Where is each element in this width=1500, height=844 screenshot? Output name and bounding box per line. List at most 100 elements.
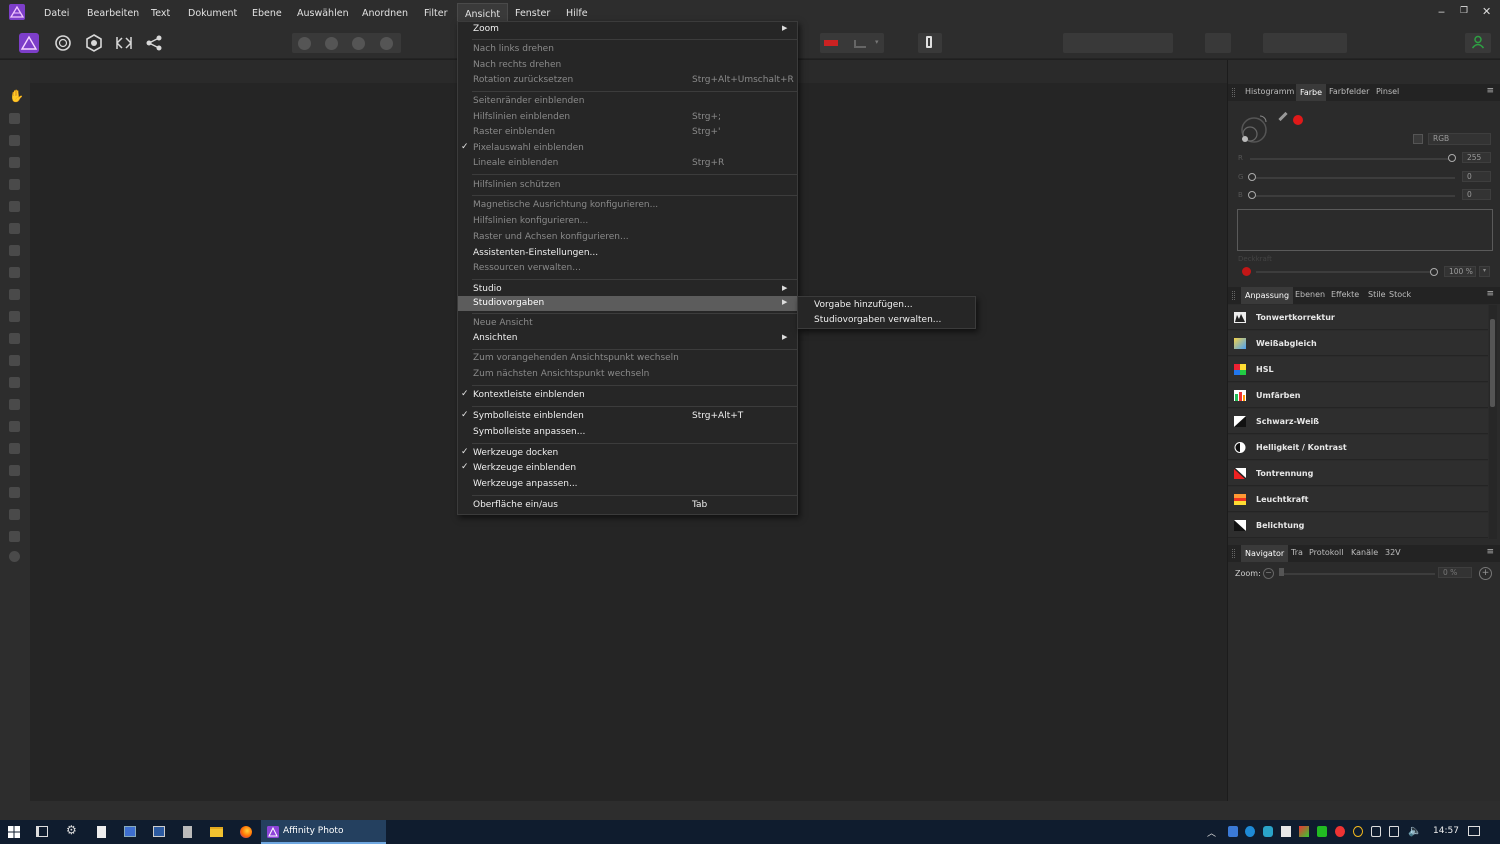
menu-item-rotation-zuruecksetzen[interactable]: Rotation zurücksetzen Strg+Alt+Umschalt+R (458, 73, 797, 88)
scrollbar-thumb[interactable] (1490, 319, 1495, 407)
panel-grip-icon[interactable] (1232, 549, 1235, 558)
menu-bearbeiten[interactable]: Bearbeiten (83, 8, 143, 19)
tab-ebenen[interactable]: Ebenen (1295, 290, 1325, 299)
color-format-flag-icon[interactable] (824, 40, 838, 46)
export-persona-icon[interactable] (143, 32, 165, 54)
menu-dokument[interactable]: Dokument (184, 8, 241, 19)
minimize-button[interactable]: ‒ (1438, 5, 1445, 18)
menu-item-werkzeuge-docken[interactable]: ✓ Werkzeuge docken (458, 446, 797, 461)
settings-gear-icon[interactable]: ⚙ (66, 823, 77, 837)
tray-app-1-icon[interactable] (1228, 826, 1238, 837)
tray-app-5-icon[interactable] (1299, 826, 1309, 837)
tab-farbe[interactable]: Farbe (1296, 84, 1327, 101)
tone-mapping-persona-icon[interactable] (113, 32, 135, 54)
zoom-out-icon[interactable]: − (1263, 568, 1274, 579)
menu-item-raster-achsen-konfigurieren[interactable]: Raster und Achsen konfigurieren... (458, 230, 797, 245)
color-picker-tool-icon[interactable] (9, 135, 20, 146)
menu-hilfe[interactable]: Hilfe (562, 8, 592, 19)
menu-item-zoom[interactable]: Zoom ▶ (458, 22, 797, 37)
menu-item-ansichten[interactable]: Ansichten ▶ (458, 331, 797, 346)
blemish-tool-icon[interactable] (9, 399, 20, 410)
tab-transform[interactable]: Tra (1291, 548, 1303, 557)
screenshot-tool-icon[interactable] (153, 826, 165, 837)
panel-menu-icon[interactable]: ≡ (1486, 547, 1494, 557)
view-tool-1-icon[interactable] (298, 37, 311, 50)
flood-fill-tool-icon[interactable] (9, 245, 20, 256)
hand-tool-icon[interactable]: ✋ (9, 89, 24, 103)
menu-datei[interactable]: Datei (40, 8, 73, 19)
adjustment-leuchtkraft[interactable]: Leuchtkraft (1228, 487, 1488, 512)
menu-item-magnetische-ausrichtung[interactable]: Magnetische Ausrichtung konfigurieren... (458, 198, 797, 213)
menu-item-raster-einblenden[interactable]: Raster einblenden Strg+' (458, 125, 797, 140)
color-mode-select[interactable]: RGB (1428, 133, 1491, 145)
calculator-icon[interactable] (183, 826, 192, 838)
close-button[interactable]: ✕ (1482, 5, 1491, 18)
adjustment-weissabgleich[interactable]: Weißabgleich (1228, 331, 1488, 356)
panel-grip-icon[interactable] (1232, 291, 1235, 300)
crop-tool-icon[interactable] (9, 157, 20, 168)
view-tool-3-icon[interactable] (352, 37, 365, 50)
panel-grip-icon[interactable] (1232, 88, 1235, 97)
user-account-icon[interactable] (1471, 35, 1485, 49)
firefox-icon[interactable] (240, 826, 252, 838)
notepad-icon[interactable] (97, 826, 106, 838)
panel-menu-icon[interactable]: ≡ (1486, 86, 1494, 96)
tab-kanaele[interactable]: Kanäle (1351, 548, 1378, 557)
tab-anpassung[interactable]: Anpassung (1241, 287, 1294, 304)
zoom-tool-icon[interactable] (9, 551, 20, 562)
menu-item-hilfslinien-einblenden[interactable]: Hilfslinien einblenden Strg+; (458, 110, 797, 125)
menu-fenster[interactable]: Fenster (511, 8, 554, 19)
menu-ebene[interactable]: Ebene (248, 8, 286, 19)
flood-select-tool-icon[interactable] (9, 201, 20, 212)
photo-persona-icon[interactable] (18, 32, 40, 54)
selection-brush-tool-icon[interactable] (9, 179, 20, 190)
color-wheel-icon[interactable] (1238, 112, 1270, 144)
paint-brush-tool-icon[interactable] (9, 289, 20, 300)
adjustment-umfaerben[interactable]: Umfärben (1228, 383, 1488, 408)
menu-item-nach-rechts-drehen[interactable]: Nach rechts drehen (458, 58, 797, 73)
text-tool-icon[interactable] (9, 509, 20, 520)
opacity-dropdown-icon[interactable]: ▾ (1479, 266, 1490, 277)
slider-b-value[interactable]: 0 (1462, 189, 1491, 200)
menu-item-pixelauswahl-einblenden[interactable]: ✓ Pixelauswahl einblenden (458, 141, 797, 156)
menu-item-studiovorgaben[interactable]: Studiovorgaben ▶ (458, 296, 797, 311)
gradient-tool-icon[interactable] (9, 267, 20, 278)
task-view-icon[interactable] (36, 826, 48, 837)
menu-item-symbolleiste-einblenden[interactable]: ✓ Symbolleiste einblenden Strg+Alt+T (458, 409, 797, 424)
current-color-swatch[interactable] (1293, 115, 1303, 125)
adjustment-belichtung[interactable]: Belichtung (1228, 513, 1488, 538)
menu-item-ressourcen-verwalten[interactable]: Ressourcen verwalten... (458, 261, 797, 276)
taskbar-clock[interactable]: 14:57 (1433, 826, 1459, 836)
tab-farbfelder[interactable]: Farbfelder (1329, 87, 1369, 96)
adjustment-helligkeit-kontrast[interactable]: Helligkeit / Kontrast (1228, 435, 1488, 460)
assistant-icon[interactable] (854, 40, 866, 48)
quick-mask-icon[interactable] (926, 36, 932, 48)
taskbar-affinity-photo[interactable]: Affinity Photo (261, 820, 386, 844)
menu-item-vorangehender-ansichtspunkt[interactable]: Zum vorangehenden Ansichtspunkt wechseln (458, 351, 797, 366)
zoom-slider-track[interactable] (1280, 573, 1435, 575)
sharpen-brush-tool-icon[interactable] (9, 421, 20, 432)
liquify-persona-icon[interactable] (52, 32, 74, 54)
zoom-in-icon[interactable]: + (1479, 567, 1492, 580)
lock-icon[interactable] (1413, 134, 1423, 144)
submenu-item-studiovorgaben-verwalten[interactable]: Studiovorgaben verwalten... (814, 315, 941, 325)
tab-stile[interactable]: Stile (1368, 290, 1386, 299)
tab-32v[interactable]: 32V (1385, 548, 1401, 557)
rectangle-tool-icon[interactable] (9, 487, 20, 498)
zoom-slider-knob[interactable] (1279, 568, 1284, 576)
menu-item-werkzeuge-anpassen[interactable]: Werkzeuge anpassen... (458, 477, 797, 492)
menu-text[interactable]: Text (147, 8, 174, 19)
menu-item-hilfslinien-schuetzen[interactable]: Hilfslinien schützen (458, 178, 797, 193)
action-center-icon[interactable] (1468, 826, 1480, 836)
menu-item-kontextleiste-einblenden[interactable]: ✓ Kontextleiste einblenden (458, 388, 797, 403)
slider-b-knob[interactable] (1248, 191, 1256, 199)
panel-menu-icon[interactable]: ≡ (1486, 289, 1494, 299)
tray-app-8-icon[interactable] (1353, 826, 1363, 837)
menu-item-hilfslinien-konfigurieren[interactable]: Hilfslinien konfigurieren... (458, 214, 797, 229)
slider-b-track[interactable] (1250, 195, 1455, 197)
dodge-brush-tool-icon[interactable] (9, 355, 20, 366)
menu-item-lineale-einblenden[interactable]: Lineale einblenden Strg+R (458, 156, 797, 171)
slider-r-value[interactable]: 255 (1462, 152, 1491, 163)
adjustment-tontrennung[interactable]: Tontrennung (1228, 461, 1488, 486)
tab-effekte[interactable]: Effekte (1331, 290, 1359, 299)
